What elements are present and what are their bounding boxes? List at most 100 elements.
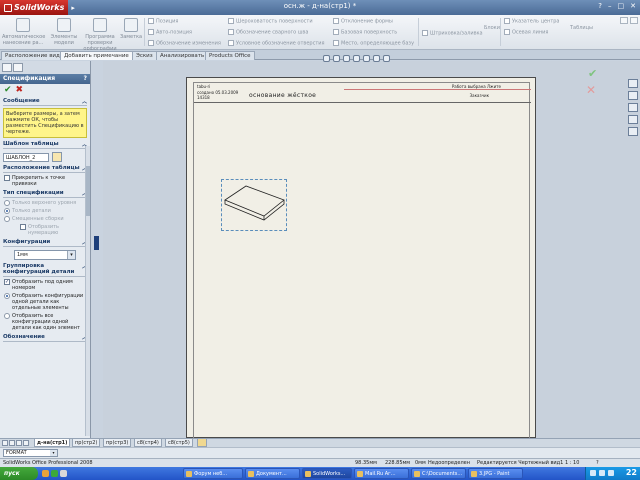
hole-callout-button[interactable]: Условное обозначение отверстия: [228, 40, 325, 47]
zoom-area-icon[interactable]: [333, 55, 340, 62]
taskbar-button[interactable]: Форум неб...: [183, 468, 243, 479]
tab-annotation[interactable]: Добавить примечание: [60, 51, 133, 60]
config-section-title[interactable]: Конфигурации︿: [3, 239, 87, 247]
search-icon[interactable]: [620, 17, 628, 24]
file-explorer-icon[interactable]: [628, 103, 638, 112]
spec-type-parts-only[interactable]: Только детали: [4, 208, 86, 214]
tab-sketch[interactable]: Эскиз: [132, 51, 157, 60]
show-numbering-option[interactable]: Отобразить нумерацию: [20, 224, 86, 236]
tray-network-icon[interactable]: [590, 470, 596, 476]
template-input[interactable]: ШАБЛОН_2: [3, 152, 49, 162]
design-library-icon[interactable]: [628, 91, 638, 100]
spell-check-button[interactable]: Программа проверки орфографии: [82, 18, 118, 52]
sheet-tab-5[interactable]: с8(стр5): [165, 439, 193, 447]
hatch-fill-button[interactable]: Штриховка/заливка: [422, 30, 483, 37]
model-items-button[interactable]: Элементы модели: [48, 18, 80, 46]
geometric-tolerance-button[interactable]: Отклонение формы: [333, 18, 393, 25]
ok-button[interactable]: ✔: [4, 85, 12, 95]
spec-type-indented[interactable]: Смещенные сборки: [4, 216, 86, 222]
options-icon[interactable]: [630, 17, 638, 24]
cancel-corner-icon[interactable]: ✕: [586, 83, 596, 97]
prev-sheet-icon[interactable]: [9, 440, 15, 446]
center-mark-button[interactable]: Указатель центра: [504, 18, 559, 25]
spec-type-top-level[interactable]: Только верхнего уровня: [4, 200, 86, 206]
grouping-separate-radio[interactable]: [4, 293, 10, 299]
taskbar-button[interactable]: Документ...: [245, 468, 300, 479]
balloon-button[interactable]: Позиция: [148, 18, 178, 25]
sheet-tab-1[interactable]: д-на(стр1): [34, 439, 71, 447]
datum-feature-button[interactable]: Базовая поверхность: [333, 29, 397, 36]
auto-dimension-button[interactable]: Автоматическое нанесение ра...: [2, 18, 45, 46]
next-sheet-icon[interactable]: [16, 440, 22, 446]
quick-launch-browser-icon[interactable]: [42, 470, 49, 477]
zoom-in-out-icon[interactable]: [353, 55, 360, 62]
panel-help-icon[interactable]: ?: [84, 74, 87, 84]
quick-launch-mail-icon[interactable]: [51, 470, 58, 477]
grouping-section-title[interactable]: Группировка конфигураций детали︿: [3, 263, 87, 277]
view-settings-icon[interactable]: [373, 55, 380, 62]
close-icon[interactable]: ✕: [630, 2, 636, 10]
notation-section-title[interactable]: Обозначение︿: [3, 334, 87, 342]
surface-finish-button[interactable]: Шероховатость поверхности: [228, 18, 313, 25]
collapse-panel-handle[interactable]: [94, 236, 99, 250]
resources-icon[interactable]: [628, 79, 638, 88]
taskbar-button[interactable]: SolidWorks...: [302, 468, 352, 479]
scrollbar-thumb[interactable]: [86, 166, 90, 216]
drawing-sheet[interactable]: tabu-ri создано 05.03.2009 14318 основан…: [186, 77, 536, 439]
property-manager-tab-icon[interactable]: [13, 63, 23, 72]
last-sheet-icon[interactable]: [23, 440, 29, 446]
weld-symbol-button[interactable]: Обозначение сварного шва: [228, 29, 308, 36]
spec-type-indented-radio[interactable]: [4, 216, 10, 222]
tab-products-office[interactable]: Products Office: [205, 51, 255, 60]
tray-language-icon[interactable]: [608, 470, 614, 476]
drawing-area[interactable]: tabu-ri создано 05.03.2009 14318 основан…: [103, 55, 620, 439]
grouping-same-number-checkbox[interactable]: ✓: [4, 279, 10, 285]
grouping-single[interactable]: Отобразить все конфигурации одной детали…: [4, 313, 86, 331]
sheet-tab-4[interactable]: с8(стр4): [134, 439, 162, 447]
taskbar-button[interactable]: 3.JPG - Paint: [468, 468, 523, 479]
appearances-icon[interactable]: [628, 127, 638, 136]
anchor-checkbox[interactable]: [4, 175, 10, 181]
datum-target-button[interactable]: Место, определяющее базу: [333, 40, 414, 47]
display-style-icon[interactable]: [383, 55, 390, 62]
sheet-tab-2[interactable]: пр(стр2): [72, 439, 101, 447]
spec-type-top-level-radio[interactable]: [4, 200, 10, 206]
blocks-button[interactable]: Блоки: [484, 25, 500, 31]
show-numbering-checkbox[interactable]: [20, 224, 26, 230]
anchor-option[interactable]: Прикрепить к точке привязки: [4, 175, 86, 187]
note-button[interactable]: Заметка: [120, 18, 142, 40]
tray-volume-icon[interactable]: [599, 470, 605, 476]
tables-button[interactable]: Таблицы: [570, 25, 593, 31]
minimize-icon[interactable]: –: [608, 2, 612, 10]
feature-tree-tab-icon[interactable]: [2, 63, 12, 72]
first-sheet-icon[interactable]: [2, 440, 8, 446]
revision-symbol-button[interactable]: Обозначение изменения: [148, 40, 221, 47]
start-button[interactable]: пуск: [0, 467, 38, 480]
taskbar-button[interactable]: C:\Documents...: [411, 468, 466, 479]
spec-type-parts-only-radio[interactable]: [4, 208, 10, 214]
panel-splitter[interactable]: [91, 61, 103, 438]
spec-type-section-title[interactable]: Тип спецификации︿: [3, 190, 87, 198]
grouping-same-number[interactable]: ✓ Отобразить под одним номером: [4, 279, 86, 291]
auto-balloon-button[interactable]: Авто-позиция: [148, 29, 192, 36]
template-section-title[interactable]: Шаблон таблицы ︿: [3, 141, 87, 149]
tab-evaluate[interactable]: Анализировать: [156, 51, 209, 60]
tab-view-layout[interactable]: Расположение вида: [1, 51, 68, 60]
position-section-title[interactable]: Расположение таблицы︿: [3, 165, 87, 173]
maximize-icon[interactable]: □: [618, 2, 625, 10]
drawing-view-1[interactable]: [221, 179, 287, 231]
centerline-button[interactable]: Осевая линия: [504, 29, 548, 36]
cancel-button[interactable]: ✖: [16, 85, 24, 95]
add-sheet-icon[interactable]: [197, 439, 207, 447]
open-template-folder-icon[interactable]: [52, 152, 62, 162]
help-icon[interactable]: ?: [596, 459, 599, 467]
sheet-tab-3[interactable]: пр(стр3): [103, 439, 132, 447]
grouping-separate[interactable]: Отобразить конфигурации одной детали как…: [4, 293, 86, 311]
help-icon[interactable]: ?: [598, 2, 602, 10]
quick-launch-desktop-icon[interactable]: [60, 470, 67, 477]
message-section-title[interactable]: Сообщение ︿: [3, 98, 87, 106]
zoom-previous-icon[interactable]: [343, 55, 350, 62]
zoom-fit-icon[interactable]: [323, 55, 330, 62]
view-palette-icon[interactable]: [628, 115, 638, 124]
layer-select[interactable]: FORMAT ▾: [3, 449, 58, 457]
